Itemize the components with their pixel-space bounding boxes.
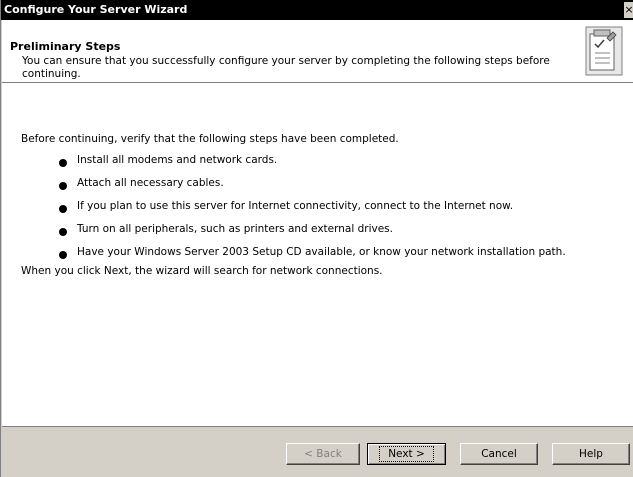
help-button[interactable]: Help: [552, 443, 630, 465]
step-item: Install all modems and network cards.: [77, 154, 278, 166]
next-button-label: Next >: [379, 446, 434, 462]
outro-text: When you click Next, the wizard will sea…: [21, 265, 383, 277]
step-item: Have your Windows Server 2003 Setup CD a…: [77, 246, 566, 258]
bullet-dot: [59, 182, 67, 190]
close-button[interactable]: ×: [624, 2, 633, 18]
bullet-dot: [59, 205, 67, 213]
step-item: Turn on all peripherals, such as printer…: [77, 223, 393, 235]
page-title: Preliminary Steps: [10, 40, 121, 53]
step-item: If you plan to use this server for Inter…: [77, 200, 514, 212]
page-subtitle: You can ensure that you successfully con…: [22, 55, 550, 80]
wizard-window: Configure Your Server Wizard × Prelimina…: [0, 0, 633, 477]
step-item: Attach all necessary cables.: [77, 177, 224, 189]
title-bar[interactable]: Configure Your Server Wizard ×: [1, 0, 633, 20]
bullet-dot: [59, 228, 67, 236]
bullet-dot: [59, 159, 67, 167]
back-button[interactable]: < Back: [286, 443, 360, 465]
wizard-header: Preliminary Steps You can ensure that yo…: [2, 20, 633, 83]
intro-text: Before continuing, verify that the follo…: [21, 133, 399, 145]
next-button[interactable]: Next >: [367, 443, 446, 465]
bullet-dot: [59, 251, 67, 259]
window-title: Configure Your Server Wizard: [4, 3, 188, 16]
cancel-button[interactable]: Cancel: [460, 443, 538, 465]
checklist-icon: [585, 26, 623, 76]
